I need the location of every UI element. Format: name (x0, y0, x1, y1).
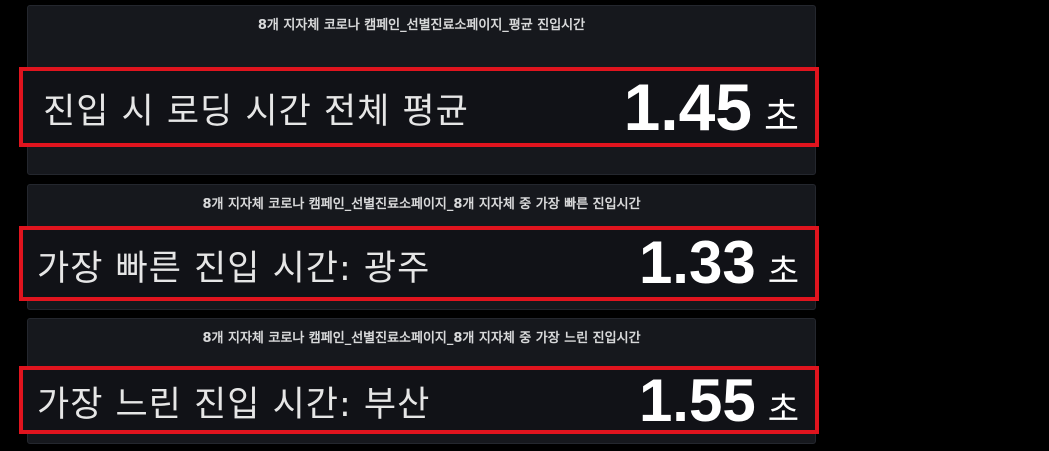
panel-title[interactable]: 8개 지자체 코로나 캠페인_선별진료소페이지_8개 지자체 중 가장 느린 진… (28, 327, 815, 346)
stat-unit: 초 (767, 390, 799, 430)
stat-unit: 초 (764, 95, 799, 139)
highlight-box-average: 진입 시 로딩 시간 전체 평균 1.45 초 (19, 67, 819, 147)
stat-value: 1.55 초 (639, 366, 799, 435)
stat-label: 진입 시 로딩 시간 전체 평균 (43, 92, 469, 132)
highlight-box-fastest: 가장 빠른 진입 시간: 광주 1.33 초 (19, 226, 819, 301)
stat-label: 가장 빠른 진입 시간: 광주 (37, 249, 431, 289)
highlight-box-slowest: 가장 느린 진입 시간: 부산 1.55 초 (19, 366, 819, 434)
stat-unit: 초 (767, 252, 799, 292)
stat-value: 1.45 초 (624, 69, 799, 145)
stat-number: 1.45 (623, 70, 753, 144)
stat-label: 가장 느린 진입 시간: 부산 (37, 385, 431, 425)
empty-right-area (820, 0, 1049, 451)
left-gutter (0, 0, 18, 451)
stat-value: 1.33 초 (639, 228, 799, 297)
stat-number: 1.55 (638, 367, 756, 434)
dashboard: 8개 지자체 코로나 캠페인_선별진료소페이지_평균 진입시간 진입 시 로딩 … (0, 0, 1049, 451)
panel-title[interactable]: 8개 지자체 코로나 캠페인_선별진료소페이지_8개 지자체 중 가장 빠른 진… (28, 193, 815, 212)
panel-title[interactable]: 8개 지자체 코로나 캠페인_선별진료소페이지_평균 진입시간 (28, 14, 815, 33)
stat-number: 1.33 (638, 229, 756, 296)
